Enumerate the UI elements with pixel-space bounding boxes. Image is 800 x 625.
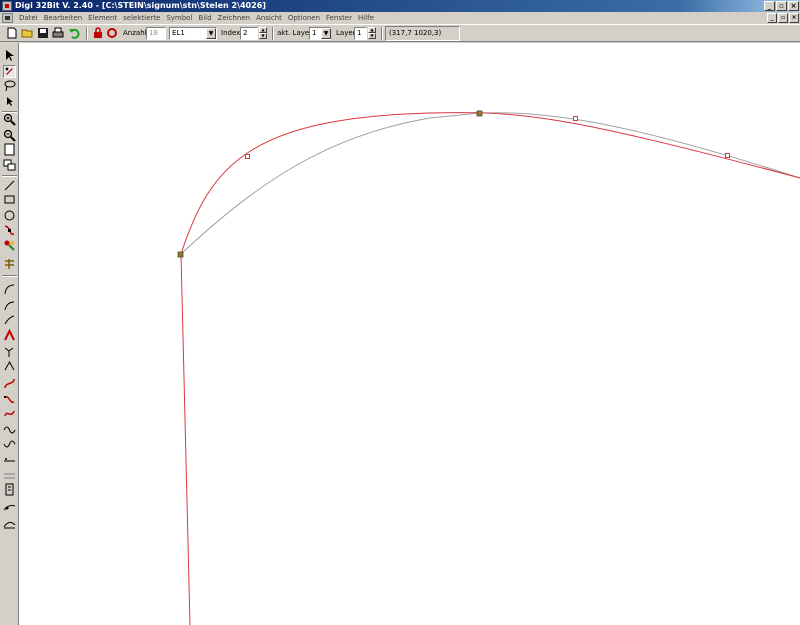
menu-fenster[interactable]: Fenster bbox=[323, 12, 355, 24]
curve-handle[interactable] bbox=[573, 116, 578, 121]
line-icon[interactable] bbox=[3, 179, 16, 192]
index-label: Index bbox=[221, 29, 241, 37]
wave-icon[interactable] bbox=[3, 423, 16, 436]
print-icon[interactable] bbox=[52, 27, 64, 39]
toolbar: Anzahl 18 EL1 ▼ Index 2 ▲ ▼ akt. Layer 1 … bbox=[0, 24, 800, 42]
zoom-out-icon[interactable] bbox=[3, 129, 16, 142]
redraw-icon[interactable] bbox=[106, 27, 118, 39]
circle-icon[interactable] bbox=[3, 209, 16, 222]
snap-icon[interactable] bbox=[3, 257, 16, 270]
corner-red-icon[interactable] bbox=[3, 329, 16, 342]
menu-bar: Datei Bearbeiten Element selektierte Symbol B… bbox=[0, 12, 800, 24]
maximize-button[interactable]: ▫ bbox=[776, 1, 787, 11]
pointer-icon[interactable] bbox=[3, 95, 16, 108]
menu-bearbeiten[interactable]: Bearbeiten bbox=[41, 12, 85, 24]
menu-optionen[interactable]: Optionen bbox=[285, 12, 323, 24]
akt-layer-label: akt. Layer bbox=[277, 29, 313, 37]
anzahl-label: Anzahl bbox=[123, 29, 147, 37]
arc-2-icon[interactable] bbox=[3, 299, 16, 312]
bezier-node-icon[interactable] bbox=[3, 223, 16, 236]
index-field[interactable]: 2 bbox=[240, 27, 258, 40]
windows-icon[interactable] bbox=[3, 159, 16, 172]
rectangle-icon[interactable] bbox=[3, 193, 16, 206]
title-bar: Digi 32Bit V. 2.40 - [C:\STEIN\signum\st… bbox=[0, 0, 800, 12]
page-icon[interactable] bbox=[3, 143, 16, 156]
bend-2-icon[interactable] bbox=[3, 517, 16, 530]
menu-bild[interactable]: Bild bbox=[195, 12, 214, 24]
close-button[interactable]: × bbox=[788, 1, 799, 11]
undo-icon[interactable] bbox=[68, 27, 80, 39]
curve-2-icon[interactable] bbox=[3, 393, 16, 406]
doc-restore-button[interactable]: ▫ bbox=[778, 13, 788, 23]
arc-icon[interactable] bbox=[3, 283, 16, 296]
wave-2-icon[interactable] bbox=[3, 439, 16, 452]
curve-3-icon[interactable] bbox=[3, 407, 16, 420]
drawing-area bbox=[177, 110, 800, 625]
node-edit-icon[interactable] bbox=[3, 65, 16, 78]
toolbar-separator bbox=[272, 27, 274, 40]
select-arrow-icon[interactable] bbox=[3, 49, 16, 62]
window-title: Digi 32Bit V. 2.40 - [C:\STEIN\signum\st… bbox=[15, 1, 266, 10]
text-2-icon[interactable] bbox=[3, 469, 16, 482]
drawing-canvas[interactable] bbox=[19, 43, 800, 625]
menu-datei[interactable]: Datei bbox=[16, 12, 41, 24]
paint-icon[interactable] bbox=[3, 239, 16, 252]
menu-ansicht[interactable]: Ansicht bbox=[253, 12, 285, 24]
menu-hilfe[interactable]: Hilfe bbox=[355, 12, 377, 24]
palette-separator bbox=[2, 275, 17, 277]
arc-3-icon[interactable] bbox=[3, 313, 16, 326]
layer-field[interactable]: 1 bbox=[354, 27, 367, 40]
menu-element[interactable]: Element bbox=[85, 12, 120, 24]
toolbar-separator bbox=[86, 27, 88, 40]
curve-anchor-node[interactable] bbox=[177, 251, 184, 258]
corner-2-icon[interactable] bbox=[3, 345, 16, 358]
open-folder-icon[interactable] bbox=[21, 27, 33, 39]
akt-layer-dropdown-button[interactable]: ▼ bbox=[321, 28, 331, 39]
corner-3-icon[interactable] bbox=[3, 359, 16, 372]
curve-anchor-node[interactable] bbox=[476, 110, 483, 117]
anzahl-field[interactable]: 18 bbox=[146, 27, 166, 40]
menu-zeichnen[interactable]: Zeichnen bbox=[215, 12, 254, 24]
app-icon[interactable] bbox=[2, 1, 12, 11]
doc-minimize-button[interactable]: _ bbox=[767, 13, 777, 23]
palette-separator bbox=[2, 175, 17, 177]
curve-handle[interactable] bbox=[725, 153, 730, 158]
minimize-button[interactable]: _ bbox=[764, 1, 775, 11]
lock-icon[interactable] bbox=[92, 27, 104, 39]
layer-stepper[interactable]: ▲ ▼ bbox=[368, 27, 376, 40]
layer-label: Layer bbox=[336, 29, 356, 37]
doc-close-button[interactable]: × bbox=[789, 13, 799, 23]
document-icon[interactable] bbox=[2, 13, 13, 23]
guide-curve bbox=[180, 112, 800, 255]
tool-palette bbox=[0, 43, 19, 625]
curve-s-icon[interactable] bbox=[3, 377, 16, 390]
element-dropdown-button[interactable]: ▼ bbox=[206, 28, 216, 39]
selected-curve[interactable] bbox=[180, 112, 800, 625]
bend-1-icon[interactable] bbox=[3, 501, 16, 514]
coordinate-display: (317,7 1020,3) bbox=[385, 26, 460, 41]
menu-selektierte[interactable]: selektierte bbox=[120, 12, 163, 24]
lasso-icon[interactable] bbox=[3, 79, 16, 92]
save-icon[interactable] bbox=[37, 27, 49, 39]
frame-icon[interactable] bbox=[3, 483, 16, 496]
curve-handle[interactable] bbox=[245, 154, 250, 159]
menu-symbol[interactable]: Symbol bbox=[163, 12, 195, 24]
index-stepper[interactable]: ▲ ▼ bbox=[259, 27, 267, 40]
zoom-in-icon[interactable] bbox=[3, 113, 16, 126]
menu-items: Datei Bearbeiten Element selektierte Symbol B… bbox=[16, 12, 377, 24]
text-1-icon[interactable] bbox=[3, 453, 16, 466]
new-file-icon[interactable] bbox=[6, 27, 18, 39]
toolbar-separator bbox=[381, 27, 383, 40]
